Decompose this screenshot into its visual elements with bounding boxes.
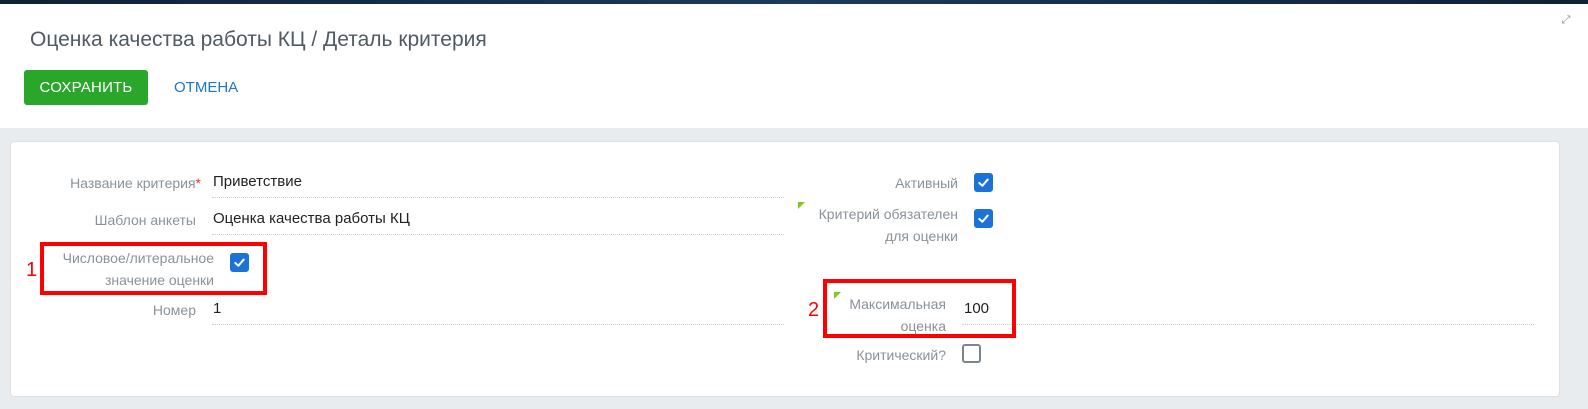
annotation-box-2 <box>823 279 1016 338</box>
max-score-underline <box>962 324 1534 325</box>
criterion-name-underline <box>212 197 784 198</box>
annotation-marker-1: 1 <box>26 259 38 281</box>
criterion-name-label-text: Название критерия <box>70 175 196 191</box>
critical-label: Критический? <box>856 347 946 363</box>
template-label: Шаблон анкеты <box>94 212 196 228</box>
criterion-name-field[interactable]: Приветствие <box>213 171 302 193</box>
page-header: Оценка качества работы КЦ / Деталь крите… <box>0 4 1588 128</box>
critical-checkbox[interactable] <box>962 344 981 363</box>
required-mark: * <box>195 175 201 191</box>
number-underline <box>212 324 784 325</box>
template-field[interactable]: Оценка качества работы КЦ <box>213 208 410 230</box>
template-underline <box>212 234 784 235</box>
expand-icon[interactable]: ⤢ <box>1560 14 1572 26</box>
checkmark-icon <box>978 214 989 223</box>
checkmark-icon <box>978 178 989 187</box>
criterion-name-label: Название критерия* <box>41 172 201 194</box>
mandatory-label-line2: для оценки <box>885 228 958 244</box>
mandatory-label: Критерий обязателен для оценки <box>771 203 958 247</box>
page-title: Оценка качества работы КЦ / Деталь крите… <box>30 28 487 51</box>
active-checkbox[interactable] <box>974 173 993 192</box>
number-field[interactable]: 1 <box>213 298 221 320</box>
annotation-box-1 <box>40 242 267 295</box>
cancel-button[interactable]: ОТМЕНА <box>162 70 250 105</box>
mandatory-checkbox[interactable] <box>974 209 993 228</box>
active-label: Активный <box>895 175 958 191</box>
annotation-marker-2: 2 <box>808 299 820 321</box>
number-label: Номер <box>152 302 196 318</box>
save-button[interactable]: СОХРАНИТЬ <box>24 70 148 105</box>
mandatory-label-line1: Критерий обязателен <box>818 206 958 222</box>
